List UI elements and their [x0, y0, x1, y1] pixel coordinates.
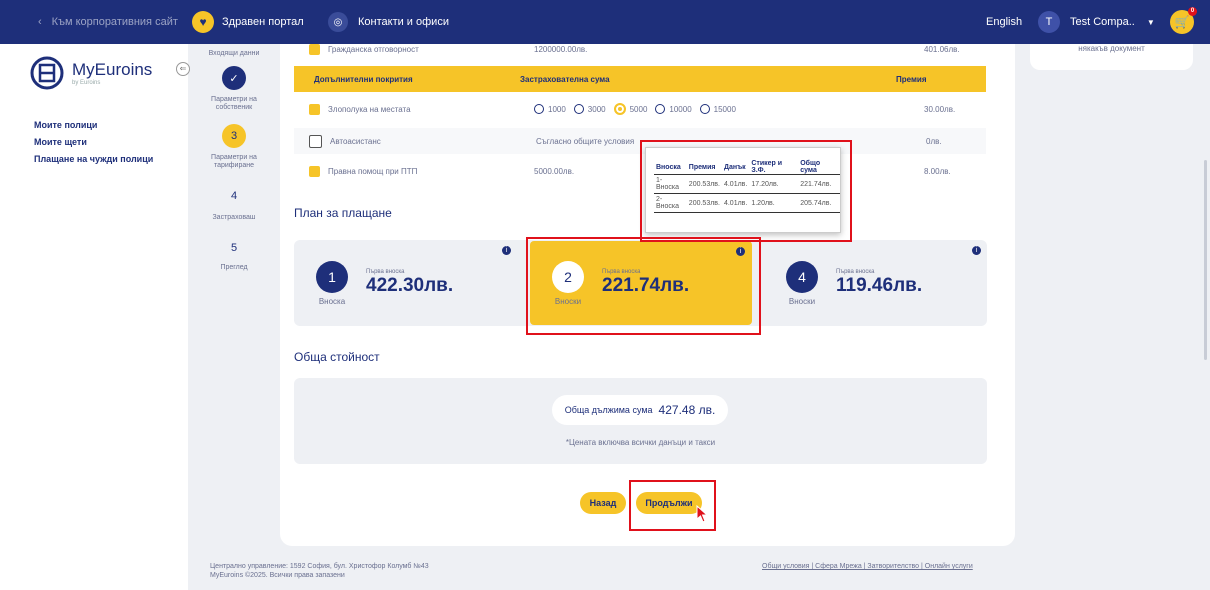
footer-links[interactable]: Общи условия | Сфера Мрежа | Затворителс… — [762, 562, 973, 571]
checkbox-accident[interactable] — [309, 103, 320, 115]
step-label-review: Преглед — [220, 264, 248, 271]
documents-card: някакъв документ — [1030, 44, 1193, 70]
back-button[interactable]: Назад — [580, 492, 626, 514]
highlight-tooltip — [640, 140, 852, 242]
plan-price-4: 119.46лв. — [836, 275, 923, 296]
sidebar-item-foreign-payments[interactable]: Плащане на чужди полици — [34, 154, 153, 164]
stepper: Входящи данни ✓ Параметри на собственик … — [188, 44, 280, 544]
highlight-continue — [629, 480, 716, 531]
checkbox-assistance[interactable] — [309, 134, 322, 148]
step-circle-5: 5 — [222, 236, 246, 260]
health-portal-link[interactable]: ♥ Здравен портал — [192, 0, 304, 44]
plan-number-4: 4 — [786, 260, 818, 293]
sidebar: MyEuroins by Euroins ⇐ Моите полици Моит… — [0, 44, 190, 590]
total-pill: Обща дължима сума 427.48 лв. — [552, 395, 728, 425]
payment-plan-title: План за плащане — [294, 206, 392, 220]
radio-15000[interactable]: 15000 — [699, 104, 736, 114]
plan-price-1: 422.30лв. — [366, 275, 454, 296]
checkbox-legal[interactable] — [309, 165, 320, 177]
avatar: T — [1038, 11, 1060, 33]
info-icon[interactable]: i — [502, 246, 511, 255]
sidebar-item-claims[interactable]: Моите щети — [34, 137, 87, 147]
footer-address: Централно управление: 1592 София, бул. Х… — [210, 563, 429, 579]
radio-3000[interactable]: 3000 — [573, 104, 606, 114]
logo-text: MyEuroins — [72, 60, 153, 79]
info-icon[interactable]: i — [972, 246, 981, 255]
chevron-down-icon: ▼ — [1146, 17, 1155, 27]
step-label-insured: Застраховаш — [212, 214, 256, 221]
language-switch[interactable]: English — [986, 0, 1022, 44]
price-note: *Цената включва всички данъци и такси — [565, 438, 716, 447]
back-to-corporate-link[interactable]: ‹ Към корпоративния сайт — [38, 0, 178, 44]
chevron-left-icon: ‹ — [38, 16, 42, 28]
total-title: Обща стойност — [294, 350, 380, 364]
checkbox-liability[interactable] — [309, 43, 320, 55]
highlight-plan-2 — [526, 237, 761, 335]
radio-5000[interactable]: 5000 — [613, 103, 647, 115]
step-label-input: Входящи данни — [208, 50, 260, 57]
logo[interactable]: MyEuroins by Euroins — [30, 56, 152, 90]
logo-icon — [30, 56, 64, 90]
coverage-header: Допълнителни покрития Застрахователна су… — [294, 66, 986, 92]
radio-1000[interactable]: 1000 — [534, 104, 566, 114]
total-amount: 427.48 лв. — [658, 403, 716, 417]
plan-option-4[interactable]: 4 Вноски Първа вноска 119.46лв. — [764, 240, 987, 326]
location-icon: ◎ — [328, 12, 348, 32]
coverage-row-accident: Злополука на местата 1000 3000 5000 1000… — [294, 96, 986, 122]
scrollbar[interactable] — [1204, 160, 1207, 360]
check-icon: ✓ — [222, 66, 246, 90]
step-circle-4: 4 — [222, 184, 246, 208]
total-box: Обща дължима сума 427.48 лв. *Цената вкл… — [294, 378, 987, 464]
cart-icon: 🛒 0 — [1170, 7, 1197, 34]
step-circle-3: 3 — [222, 124, 246, 148]
heart-icon: ♥ — [192, 11, 214, 33]
cart-badge: 0 — [1188, 7, 1197, 16]
step-label-owner: Параметри на собственик — [211, 96, 257, 111]
cart-button[interactable]: 🛒 0 — [1170, 0, 1197, 44]
user-menu[interactable]: T Test Compa.. ▼ — [1038, 0, 1155, 44]
plan-option-1[interactable]: 1 Вноска Първа вноска 422.30лв. — [294, 240, 509, 326]
coverage-row-liability: Гражданска отговорност 1200000.00лв. 401… — [294, 36, 986, 62]
logo-subtext: by Euroins — [72, 80, 101, 86]
plan-number-1: 1 — [316, 260, 348, 293]
sum-radio-group: 1000 3000 5000 10000 15000 — [534, 103, 924, 115]
radio-10000[interactable]: 10000 — [655, 104, 692, 114]
step-label-tariff: Параметри на тарифиране — [211, 154, 257, 169]
sidebar-item-policies[interactable]: Моите полици — [34, 120, 97, 130]
